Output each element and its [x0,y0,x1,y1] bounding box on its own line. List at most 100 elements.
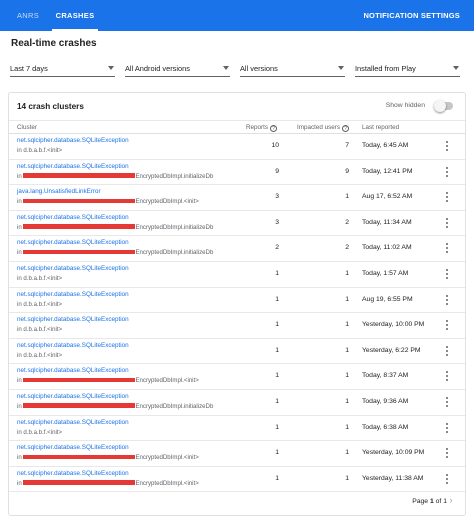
exception-link[interactable]: net.sqlcipher.database.SQLiteException [17,316,129,323]
exception-link[interactable]: java.lang.UnsatisfiedLinkError [17,188,101,195]
help-icon[interactable]: ? [270,125,278,132]
impacted-users-count: 1 [345,295,349,303]
last-reported-time: Yesterday, 11:38 AM [362,474,424,482]
crash-location: in d.b.a.b.f.<init> [17,326,62,333]
crash-location-suffix: EncryptedDbImpl.<init> [135,454,199,462]
reports-count: 1 [275,449,279,457]
reports-count: 1 [275,372,279,380]
more-vert-icon[interactable] [442,294,452,306]
more-vert-icon[interactable] [442,140,452,152]
table-row[interactable]: net.sqlcipher.database.SQLiteException in… [9,390,465,416]
redaction-bar [23,480,136,485]
table-row[interactable]: net.sqlcipher.database.SQLiteException in… [9,313,465,339]
crash-location-text: in [17,377,22,385]
crash-location-suffix: EncryptedDbImpl.initializeDb [135,223,214,231]
help-icon[interactable]: ? [342,125,350,132]
exception-link[interactable]: net.sqlcipher.database.SQLiteException [17,470,129,477]
crash-location-suffix: EncryptedDbImpl.initializeDb [135,172,214,180]
android-version-filter-select[interactable]: All Android versions [125,60,230,77]
impacted-users-count: 1 [345,397,349,405]
reports-count: 1 [275,295,279,303]
chevron-down-icon [453,66,459,70]
page-title: Real-time crashes [11,38,97,49]
crash-location: in d.b.a.b.f.<init> [17,429,62,436]
table-row[interactable]: net.sqlcipher.database.SQLiteException in… [9,441,465,467]
tab-anrs[interactable]: ANRS [14,0,42,31]
more-vert-icon[interactable] [442,370,452,382]
more-vert-icon[interactable] [442,242,452,254]
tab-crashes[interactable]: CRASHES [52,0,98,31]
more-vert-icon[interactable] [442,191,452,203]
column-header-reports[interactable]: Reports? [246,124,278,132]
crash-location-text: in [17,198,22,206]
android-version-filter-value: All Android versions [125,64,190,73]
crash-location-text: in [17,223,22,231]
more-vert-icon[interactable] [442,345,452,357]
pagination-prefix: Page [412,498,429,505]
table-row[interactable]: net.sqlcipher.database.SQLiteException in… [9,211,465,237]
impacted-users-count: 1 [345,346,349,354]
table-row[interactable]: net.sqlcipher.database.SQLiteException in… [9,467,465,493]
exception-link[interactable]: net.sqlcipher.database.SQLiteException [17,239,129,246]
more-vert-icon[interactable] [442,473,452,485]
install-source-filter-select[interactable]: Installed from Play [355,60,460,77]
exception-link[interactable]: net.sqlcipher.database.SQLiteException [17,367,129,374]
toggle-knob [434,100,446,112]
last-reported-time: Today, 1:57 AM [362,269,409,277]
reports-count: 1 [275,397,279,405]
more-vert-icon[interactable] [442,217,452,229]
impacted-users-count: 2 [345,244,349,252]
table-row[interactable]: java.lang.UnsatisfiedLinkError in Encrypt… [9,185,465,211]
more-vert-icon[interactable] [442,166,452,178]
table-row[interactable]: net.sqlcipher.database.SQLiteException in… [9,416,465,442]
app-version-filter-value: All versions [240,64,278,73]
table-row[interactable]: net.sqlcipher.database.SQLiteException in… [9,288,465,314]
table-header: Cluster Reports? Impacted users? Last re… [9,120,465,134]
exception-link[interactable]: net.sqlcipher.database.SQLiteException [17,342,129,349]
pagination-label: Page 1 of 1 [412,498,447,505]
notification-settings-button[interactable]: NOTIFICATION SETTINGS [363,0,460,31]
table-row[interactable]: net.sqlcipher.database.SQLiteException in… [9,262,465,288]
more-vert-icon[interactable] [442,447,452,459]
more-vert-icon[interactable] [442,422,452,434]
crash-location: in d.b.a.b.f.<init> [17,147,62,154]
crash-location-text: in [17,172,22,180]
crash-location-text: in d.b.a.b.f.<init> [17,147,63,154]
crash-location: in EncryptedDbImpl.initializeDb [17,173,213,180]
redaction-bar [23,173,136,178]
reports-count: 1 [275,346,279,354]
reports-count: 1 [275,269,279,277]
crash-location: in EncryptedDbImpl.initializeDb [17,249,213,256]
table-row[interactable]: net.sqlcipher.database.SQLiteException in… [9,134,465,160]
exception-link[interactable]: net.sqlcipher.database.SQLiteException [17,291,129,298]
more-vert-icon[interactable] [442,319,452,331]
crash-location-text: in d.b.a.b.f.<init> [17,326,63,334]
column-header-impacted-users[interactable]: Impacted users? [297,124,350,132]
show-hidden-toggle[interactable] [434,100,453,112]
reports-count: 1 [275,321,279,329]
exception-link[interactable]: net.sqlcipher.database.SQLiteException [17,265,129,272]
table-row[interactable]: net.sqlcipher.database.SQLiteException in… [9,339,465,365]
reports-count: 1 [275,474,279,482]
exception-link[interactable]: net.sqlcipher.database.SQLiteException [17,393,129,400]
chevron-down-icon [223,66,229,70]
exception-link[interactable]: net.sqlcipher.database.SQLiteException [17,163,129,170]
period-filter-select[interactable]: Last 7 days [10,60,115,77]
exception-link[interactable]: net.sqlcipher.database.SQLiteException [17,214,129,221]
exception-link[interactable]: net.sqlcipher.database.SQLiteException [17,444,129,451]
last-reported-time: Today, 12:41 PM [362,167,413,175]
last-reported-time: Today, 11:34 AM [362,218,412,226]
app-version-filter-select[interactable]: All versions [240,60,345,77]
next-page-button[interactable]: › [447,496,455,506]
exception-link[interactable]: net.sqlcipher.database.SQLiteException [17,137,129,144]
table-row[interactable]: net.sqlcipher.database.SQLiteException in… [9,236,465,262]
column-header-last-reported[interactable]: Last reported [362,124,399,131]
more-vert-icon[interactable] [442,268,452,280]
column-header-cluster[interactable]: Cluster [17,124,37,131]
exception-link[interactable]: net.sqlcipher.database.SQLiteException [17,419,129,426]
column-header-impacted-users-label: Impacted users [297,124,341,131]
more-vert-icon[interactable] [442,396,452,408]
reports-count: 10 [271,142,279,149]
table-row[interactable]: net.sqlcipher.database.SQLiteException in… [9,160,465,186]
table-row[interactable]: net.sqlcipher.database.SQLiteException in… [9,364,465,390]
